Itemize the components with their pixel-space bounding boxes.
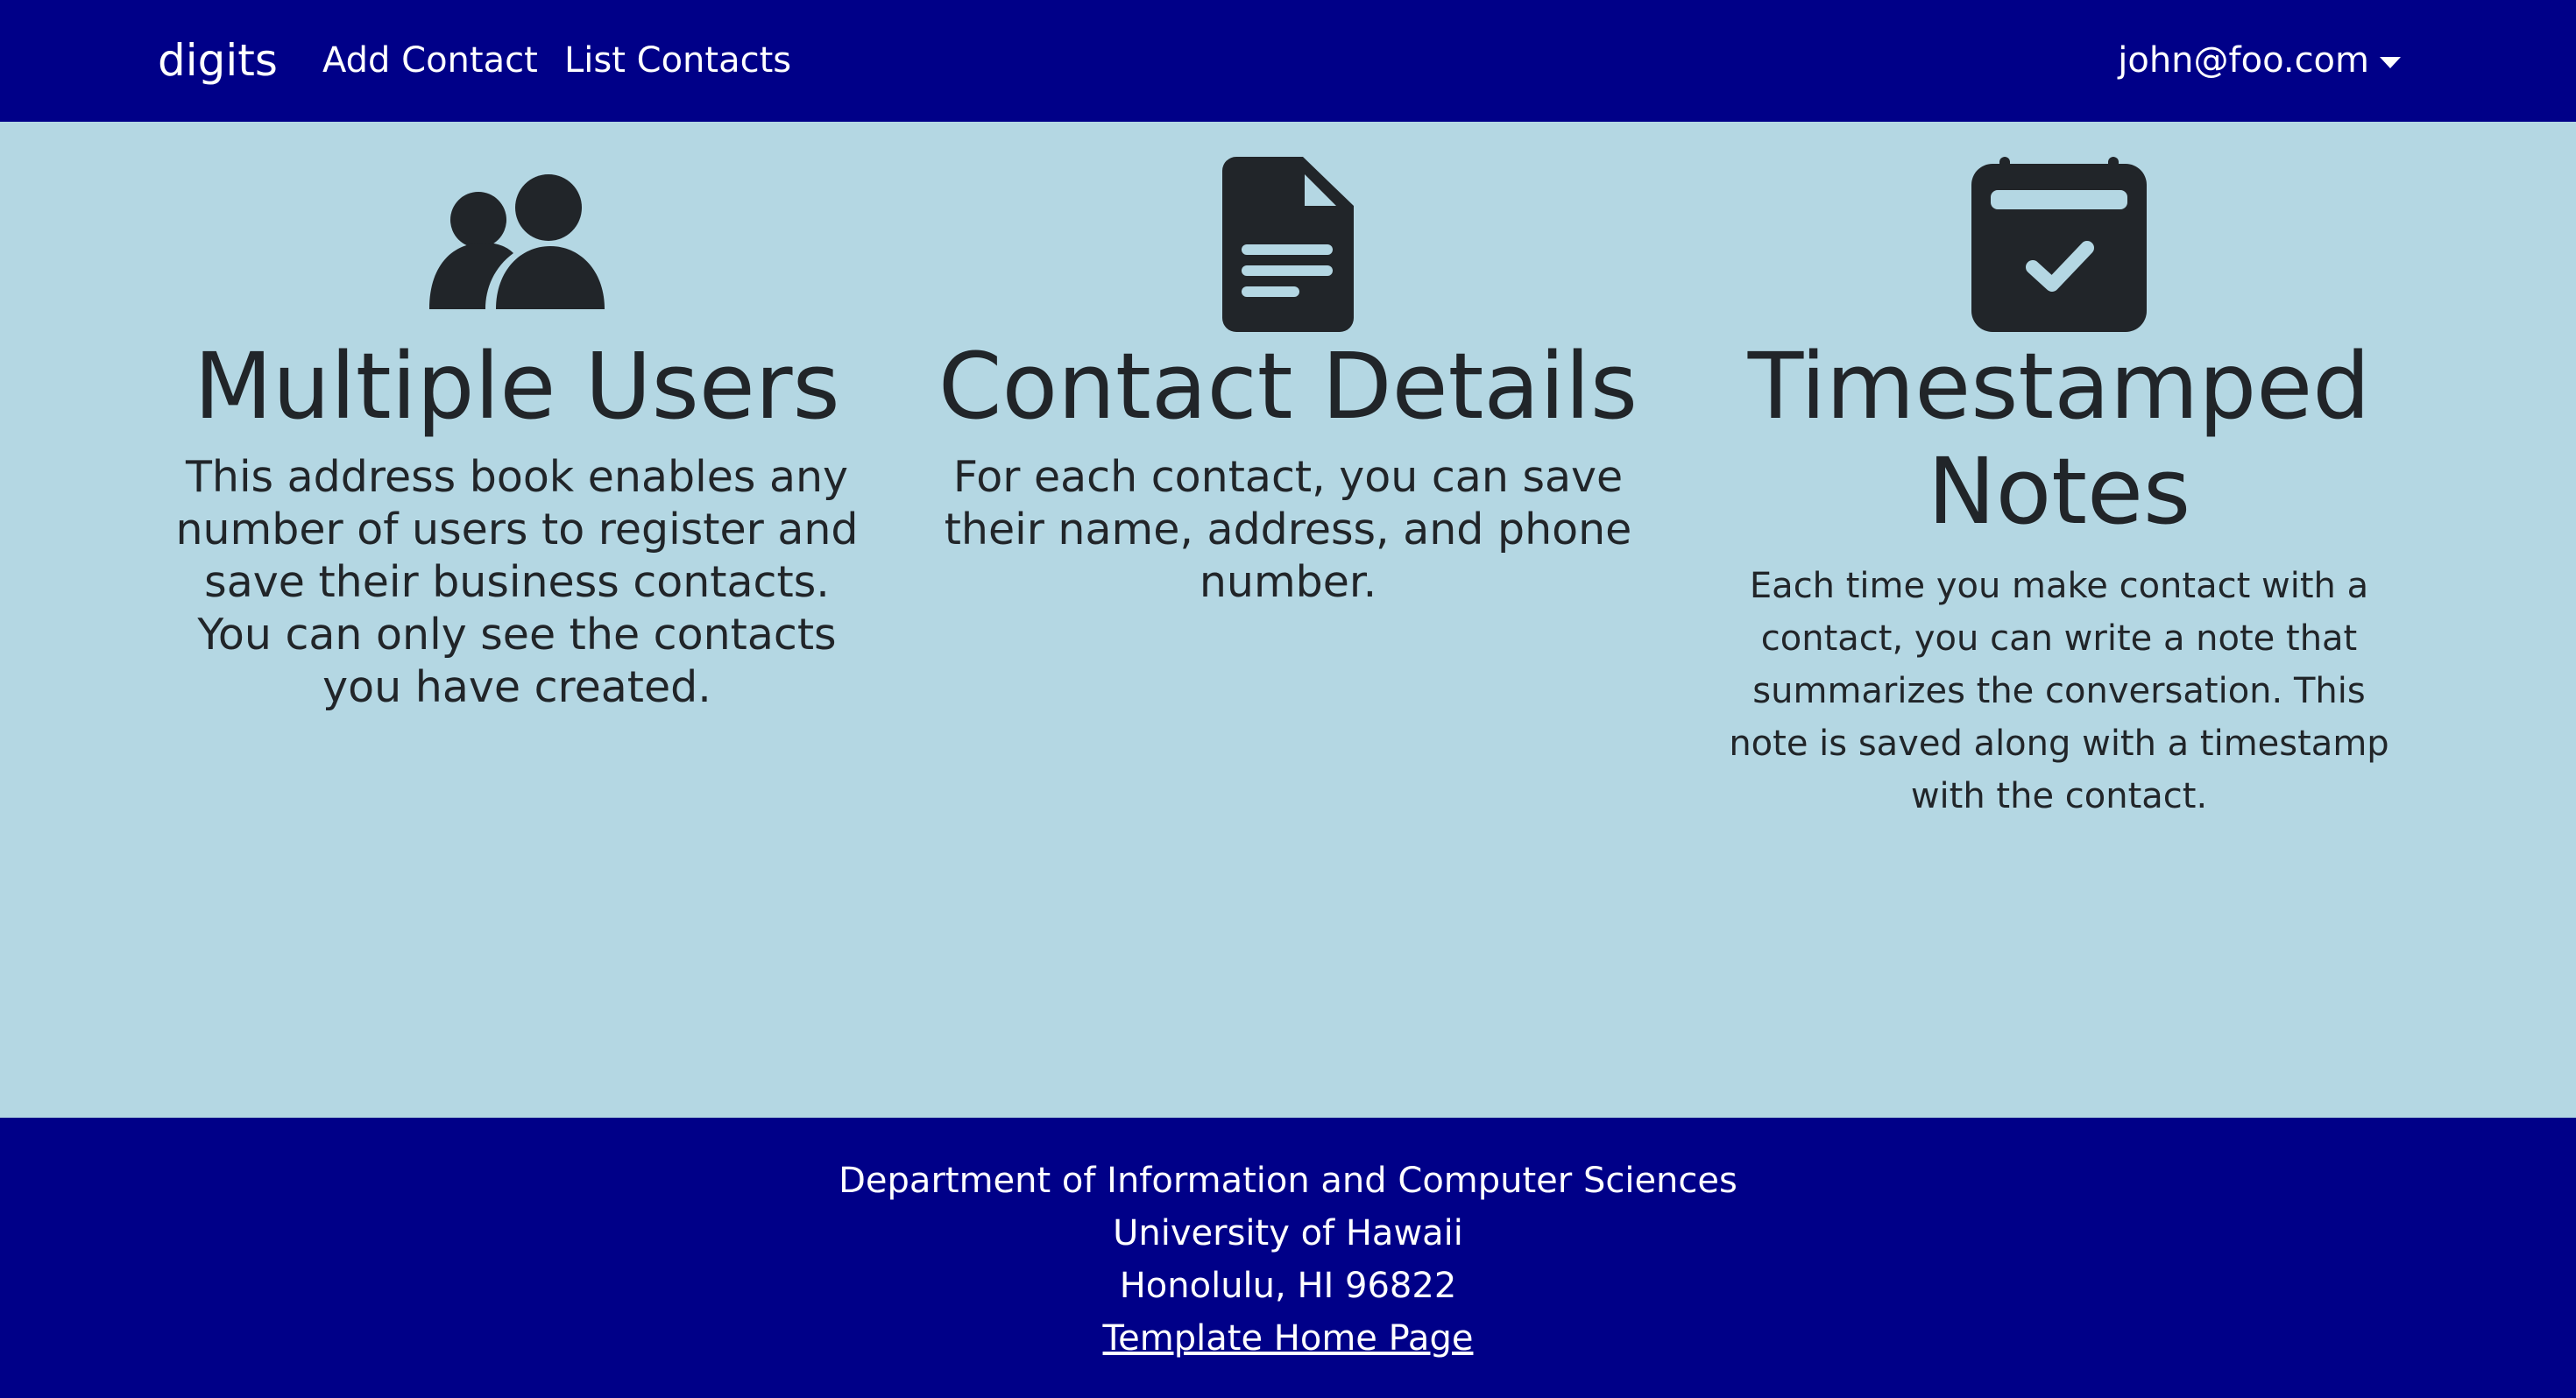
- feature-timestamped-notes: Timestamped Notes Each time you make con…: [1700, 157, 2418, 823]
- feature-title: Multiple Users: [194, 333, 840, 440]
- feature-title: Timestamped Notes: [1747, 333, 2371, 545]
- nav-list-contacts[interactable]: List Contacts: [564, 37, 791, 84]
- feature-contact-details: Contact Details For each contact, you ca…: [929, 157, 1647, 609]
- user-dropdown[interactable]: john@foo.com: [2118, 37, 2401, 84]
- footer: Department of Information and Computer S…: [0, 1118, 2576, 1398]
- template-home-link[interactable]: Template Home Page: [1103, 1318, 1474, 1359]
- calendar-check-icon: [1971, 157, 2147, 332]
- nav-add-contact[interactable]: Add Contact: [322, 37, 538, 84]
- feature-description: Each time you make contact with a contac…: [1729, 566, 2389, 816]
- users-icon: [429, 174, 605, 309]
- feature-multiple-users: Multiple Users This address book enables…: [158, 157, 876, 714]
- footer-line-department: Department of Information and Computer S…: [839, 1161, 1737, 1201]
- footer-line-address: Honolulu, HI 96822: [1119, 1266, 1457, 1306]
- file-text-icon: [1222, 157, 1354, 332]
- chevron-down-icon: [2380, 56, 2401, 68]
- top-navbar: digits Add Contact List Contacts john@fo…: [0, 0, 2576, 122]
- footer-line-university: University of Hawaii: [1113, 1213, 1463, 1253]
- feature-description: This address book enables any number of …: [175, 452, 859, 712]
- feature-description: For each contact, you can save their nam…: [944, 452, 1632, 607]
- main-content: Multiple Users This address book enables…: [0, 122, 2576, 1118]
- user-email: john@foo.com: [2118, 40, 2369, 81]
- brand-link[interactable]: digits: [158, 33, 278, 88]
- feature-title: Contact Details: [938, 333, 1638, 440]
